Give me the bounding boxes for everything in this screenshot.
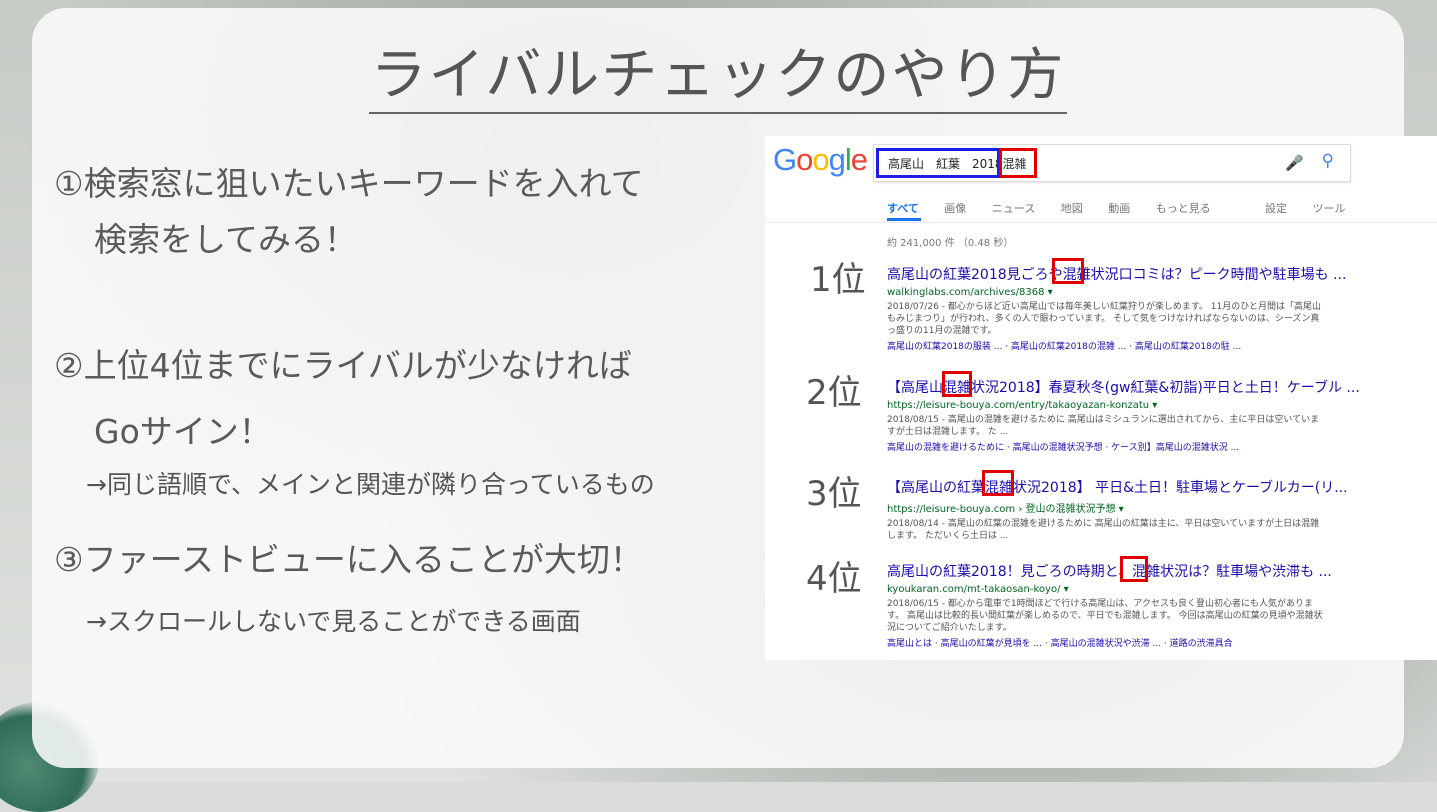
step2-note: →同じ語順で、メインと関連が隣り合っているもの <box>86 470 655 499</box>
tab-news[interactable]: ニュース <box>992 202 1035 215</box>
step2-line1: ②上位4位までにライバルが少なければ <box>54 346 632 385</box>
result-snippet: 2018/08/14 - 高尾山の紅葉の混雑を避けるために 高尾山の紅葉は主に、… <box>887 519 1320 541</box>
tab-tools[interactable]: ツール <box>1313 202 1346 215</box>
rank-2-label: 2位 <box>806 373 862 413</box>
slide-title: ライバルチェックのやり方 <box>32 30 1404 114</box>
search-result: 高尾山の紅葉2018！見ごろの時期と、混雑状況は？駐車場や渋滞も ... kyo… <box>887 561 1332 649</box>
keyword-highlight-box <box>1052 258 1084 284</box>
keyword-highlight-box <box>1120 556 1148 582</box>
result-snippet: 2018/08/15 - 高尾山の混雑を避けるために 高尾山はミシュランに選出さ… <box>887 415 1320 437</box>
related-keyword-highlight <box>999 148 1037 178</box>
step3-line1: ③ファーストビューに入ることが大切！ <box>54 540 643 579</box>
keyword-highlight-box <box>982 470 1014 496</box>
rank-3-label: 3位 <box>806 474 862 514</box>
result-title-link[interactable]: 高尾山の紅葉2018見ごろや混雑状況口コミは？ピーク時間や駐車場も ... <box>887 264 1346 284</box>
result-snippet: 2018/07/26 - 都心からほど近い高尾山では毎年美しい紅葉狩りが楽しめま… <box>887 302 1321 336</box>
active-tab-indicator <box>887 218 921 221</box>
result-url[interactable]: https://leisure-bouya.com › 登山の混雑状況予想 ▾ <box>887 500 1327 515</box>
step1-line2: 検索をしてみる！ <box>94 220 358 259</box>
result-stats: 約 241,000 件 （0.48 秒） <box>887 238 1014 249</box>
google-logo: Google <box>773 142 868 177</box>
search-result: 高尾山の紅葉2018見ごろや混雑状況口コミは？ピーク時間や駐車場も ... wa… <box>887 264 1346 352</box>
result-title-link[interactable]: 【高尾山の紅葉混雑状況2018】 平日&土日！駐車場とケーブルカー(リ... <box>887 477 1348 497</box>
tab-maps[interactable]: 地図 <box>1061 202 1083 215</box>
step2-line2: Goサイン！ <box>94 412 272 451</box>
rank-1-label: 1位 <box>810 260 866 300</box>
result-title-link[interactable]: 高尾山の紅葉2018！見ごろの時期と、混雑状況は？駐車場や渋滞も ... <box>887 561 1332 581</box>
result-url[interactable]: kyoukaran.com/mt-takaosan-koyo/ ▾ <box>887 584 1327 595</box>
google-results-screenshot: Google 高尾山 紅葉 2018混雑 🎤 ⚲ すべて 画像 ニュース 地図 … <box>765 136 1437 660</box>
tab-all[interactable]: すべて <box>887 202 919 215</box>
keyword-highlight-box <box>942 371 972 397</box>
rank-4-label: 4位 <box>806 559 862 599</box>
tab-images[interactable]: 画像 <box>944 202 966 215</box>
step3-note: →スクロールしないで見ることができる画面 <box>86 607 581 636</box>
result-snippet: 2018/06/15 - 都心から電車で1時間ほどで行ける高尾山は、アクセスも良… <box>887 599 1323 633</box>
result-url[interactable]: https://leisure-bouya.com/entry/takaoyaz… <box>887 400 1327 411</box>
result-sitelinks[interactable]: 高尾山の混雑を避けるために · 高尾山の混雑状況予想 · ケース別】高尾山の混雑… <box>887 440 1327 453</box>
result-sitelinks[interactable]: 高尾山とは · 高尾山の紅葉が見頃を ... · 高尾山の混雑状況や渋滞 ...… <box>887 636 1327 649</box>
tab-more[interactable]: もっと見る <box>1156 202 1211 215</box>
result-sitelinks[interactable]: 高尾山の紅葉2018の服装 ... · 高尾山の紅葉2018の混雑 ... · … <box>887 339 1327 352</box>
tabs-divider <box>765 222 1437 223</box>
microphone-icon[interactable]: 🎤 <box>1285 154 1304 172</box>
main-keyword-highlight <box>876 148 1000 178</box>
result-url[interactable]: walkinglabs.com/archives/8368 ▾ <box>887 287 1327 298</box>
tab-videos[interactable]: 動画 <box>1108 202 1130 215</box>
search-icon[interactable]: ⚲ <box>1322 151 1334 171</box>
tab-settings[interactable]: 設定 <box>1265 202 1287 215</box>
search-tabs: すべて 画像 ニュース 地図 動画 もっと見る <box>887 200 1233 216</box>
search-result: 【高尾山の紅葉混雑状況2018】 平日&土日！駐車場とケーブルカー(リ... h… <box>887 477 1348 542</box>
search-box[interactable]: 高尾山 紅葉 2018混雑 🎤 ⚲ <box>873 144 1351 182</box>
step1-line1: ①検索窓に狙いたいキーワードを入れて <box>54 164 644 203</box>
